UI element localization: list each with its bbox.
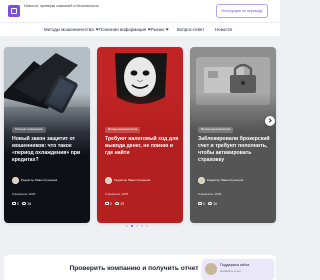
- author-name: Редактор Павел Кузнецов: [114, 178, 151, 182]
- comments-count: 0: [198, 201, 205, 207]
- site-logo-icon[interactable]: [8, 5, 20, 17]
- comments-count: 0: [105, 201, 112, 207]
- nav-item-label: Рынки: [151, 27, 164, 32]
- support-title: Поддержка сайта: [220, 263, 250, 267]
- comments-count: 0: [12, 201, 19, 207]
- article-date: 9 февраля, 2025: [105, 192, 129, 196]
- article-title[interactable]: Новый закон защитит от мошенников: что т…: [12, 136, 86, 164]
- nav-item-label: Методы мошенничества: [44, 27, 94, 32]
- author-info: Редактор Павел Кузнецов: [105, 177, 181, 185]
- comments-value: 0: [203, 202, 205, 206]
- nav-item-label: Новости: [215, 27, 232, 32]
- carousel-dots: [126, 225, 156, 229]
- nav-item-label: Вопрос-ответ: [177, 27, 205, 32]
- eye-icon: [22, 202, 27, 205]
- views-value: 28: [27, 202, 32, 206]
- avatar: [198, 177, 205, 184]
- nav-item-qa[interactable]: Вопрос-ответ: [177, 23, 204, 37]
- instruction-button[interactable]: Инструкция по переводу: [216, 4, 268, 18]
- author-name: Редактор Павел Кузнецов: [21, 178, 58, 182]
- views-value: 29: [120, 202, 125, 206]
- article-card[interactable]: Методы мошенничества Требуют налоговый х…: [97, 47, 183, 223]
- article-stats: 0 29: [105, 201, 145, 207]
- author-info: Редактор Павел Кузнецов: [198, 177, 274, 185]
- nav-item-news[interactable]: Новости: [215, 23, 232, 37]
- category-badge[interactable]: Полезная информация: [12, 127, 46, 133]
- article-stats: 0 30: [198, 201, 238, 207]
- carousel-dot[interactable]: [146, 225, 149, 228]
- comments-value: 0: [17, 202, 19, 206]
- article-card[interactable]: Методы мошенничества Заблокировали броке…: [190, 47, 276, 223]
- support-subtitle: Написать в чат: [220, 269, 241, 273]
- support-chat-widget[interactable]: Поддержка сайта Написать в чат: [202, 259, 274, 279]
- site-tagline: Новости, проверки компаний и безопасност…: [24, 4, 99, 8]
- chevron-right-icon: [267, 118, 272, 124]
- carousel-dot-active[interactable]: [131, 225, 134, 228]
- chevron-down-icon: [165, 27, 169, 31]
- comments-value: 0: [110, 202, 112, 206]
- eye-icon: [208, 202, 213, 205]
- category-badge[interactable]: Методы мошенничества: [198, 127, 234, 133]
- comment-icon: [198, 202, 202, 206]
- article-date: 9 февраля, 2025: [12, 192, 36, 196]
- eye-icon: [115, 202, 120, 205]
- article-title[interactable]: Требуют налоговый ход для вывода денег, …: [105, 136, 179, 157]
- nav-item-useful-info[interactable]: Полезная информация: [99, 23, 151, 37]
- comment-icon: [105, 202, 109, 206]
- carousel-dot[interactable]: [141, 225, 144, 228]
- article-date: 9 февраля, 2025: [198, 192, 222, 196]
- article-title[interactable]: Заблокировали брокерский счет и требуют …: [198, 136, 272, 164]
- carousel-dot[interactable]: [126, 225, 129, 228]
- views-value: 30: [213, 202, 218, 206]
- nav-item-markets[interactable]: Рынки: [151, 23, 169, 37]
- nav-item-label: Полезная информация: [99, 27, 147, 32]
- views-count: 29: [115, 201, 124, 207]
- comment-icon: [12, 202, 16, 206]
- carousel-next-button[interactable]: [265, 116, 275, 126]
- carousel-dot[interactable]: [136, 225, 139, 228]
- article-stats: 0 28: [12, 201, 52, 207]
- avatar: [205, 263, 217, 275]
- nav-item-fraud-methods[interactable]: Методы мошенничества: [44, 23, 99, 37]
- site-header: Новости, проверки компаний и безопасност…: [0, 0, 280, 22]
- article-card[interactable]: Полезная информация Новый закон защитит …: [4, 47, 90, 223]
- avatar: [105, 177, 112, 184]
- main-nav: Методы мошенничества Полезная информация…: [0, 22, 280, 36]
- author-name: Редактор Павел Кузнецов: [207, 178, 244, 182]
- views-count: 30: [208, 201, 217, 207]
- author-info: Редактор Павел Кузнецов: [12, 177, 88, 185]
- category-badge[interactable]: Методы мошенничества: [105, 127, 141, 133]
- avatar: [12, 177, 19, 184]
- views-count: 28: [22, 201, 31, 207]
- section-title: Проверить компанию и получить отчет: [69, 265, 199, 272]
